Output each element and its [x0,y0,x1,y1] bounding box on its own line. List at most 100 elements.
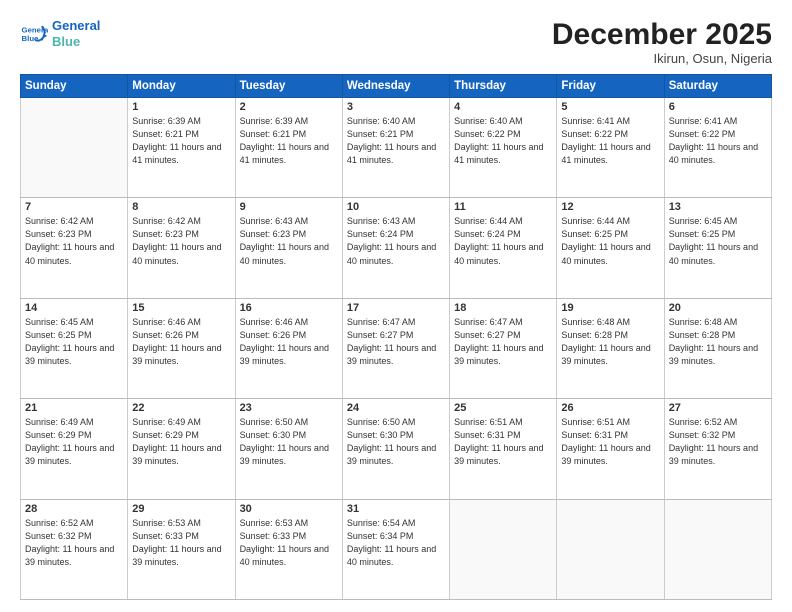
day-info: Sunrise: 6:39 AMSunset: 6:21 PMDaylight:… [132,115,230,167]
weekday-header-sunday: Sunday [21,75,128,98]
day-info: Sunrise: 6:44 AMSunset: 6:24 PMDaylight:… [454,215,552,267]
calendar-cell: 9 Sunrise: 6:43 AMSunset: 6:23 PMDaylight… [235,198,342,298]
day-info: Sunrise: 6:43 AMSunset: 6:24 PMDaylight:… [347,215,445,267]
day-number: 26 [561,402,659,414]
day-number: 10 [347,201,445,213]
day-info: Sunrise: 6:43 AMSunset: 6:23 PMDaylight:… [240,215,338,267]
day-info: Sunrise: 6:53 AMSunset: 6:33 PMDaylight:… [240,517,338,569]
weekday-header-friday: Friday [557,75,664,98]
day-number: 4 [454,101,552,113]
calendar-table: SundayMondayTuesdayWednesdayThursdayFrid… [20,74,772,600]
day-number: 11 [454,201,552,213]
calendar-cell: 1Sunrise: 6:39 AMSunset: 6:21 PMDaylight… [128,98,235,198]
calendar-cell: 21 Sunrise: 6:49 AMSunset: 6:29 PMDayligh… [21,399,128,499]
day-number: 9 [240,201,338,213]
day-info: Sunrise: 6:45 AMSunset: 6:25 PMDaylight:… [669,215,767,267]
weekday-header-thursday: Thursday [450,75,557,98]
day-info: Sunrise: 6:51 AMSunset: 6:31 PMDaylight:… [454,416,552,468]
calendar-cell: 18 Sunrise: 6:47 AMSunset: 6:27 PMDayligh… [450,298,557,398]
calendar-cell: 4 Sunrise: 6:40 AMSunset: 6:22 PMDaylight… [450,98,557,198]
day-info: Sunrise: 6:40 AMSunset: 6:22 PMDaylight:… [454,115,552,167]
week-row-5: 28 Sunrise: 6:52 AMSunset: 6:32 PMDayligh… [21,499,772,599]
weekday-header-tuesday: Tuesday [235,75,342,98]
day-number: 8 [132,201,230,213]
day-number: 31 [347,503,445,515]
calendar-cell: 22 Sunrise: 6:49 AMSunset: 6:29 PMDayligh… [128,399,235,499]
day-number: 6 [669,101,767,113]
day-info: Sunrise: 6:47 AMSunset: 6:27 PMDaylight:… [347,316,445,368]
calendar-cell: 31 Sunrise: 6:54 AMSunset: 6:34 PMDayligh… [342,499,449,599]
calendar-cell: 13 Sunrise: 6:45 AMSunset: 6:25 PMDayligh… [664,198,771,298]
calendar-cell: 12 Sunrise: 6:44 AMSunset: 6:25 PMDayligh… [557,198,664,298]
logo-icon: General Blue [20,20,48,48]
day-number: 18 [454,302,552,314]
day-info: Sunrise: 6:49 AMSunset: 6:29 PMDaylight:… [25,416,123,468]
calendar-cell [21,98,128,198]
calendar-cell: 25 Sunrise: 6:51 AMSunset: 6:31 PMDayligh… [450,399,557,499]
day-info: Sunrise: 6:49 AMSunset: 6:29 PMDaylight:… [132,416,230,468]
svg-text:Blue: Blue [22,34,40,43]
calendar-cell: 29Sunrise: 6:53 AMSunset: 6:33 PMDayligh… [128,499,235,599]
day-info: Sunrise: 6:40 AMSunset: 6:21 PMDaylight:… [347,115,445,167]
day-info: Sunrise: 6:52 AMSunset: 6:32 PMDaylight:… [669,416,767,468]
calendar-cell: 24 Sunrise: 6:50 AMSunset: 6:30 PMDayligh… [342,399,449,499]
day-info: Sunrise: 6:51 AMSunset: 6:31 PMDaylight:… [561,416,659,468]
weekday-header-wednesday: Wednesday [342,75,449,98]
calendar-cell [450,499,557,599]
day-number: 3 [347,101,445,113]
day-number: 13 [669,201,767,213]
day-number: 25 [454,402,552,414]
calendar-cell: 23 Sunrise: 6:50 AMSunset: 6:30 PMDayligh… [235,399,342,499]
day-info: Sunrise: 6:46 AMSunset: 6:26 PMDaylight:… [240,316,338,368]
calendar-cell: 10 Sunrise: 6:43 AMSunset: 6:24 PMDayligh… [342,198,449,298]
weekday-header-row: SundayMondayTuesdayWednesdayThursdayFrid… [21,75,772,98]
day-info: Sunrise: 6:50 AMSunset: 6:30 PMDaylight:… [240,416,338,468]
day-number: 12 [561,201,659,213]
day-info: Sunrise: 6:44 AMSunset: 6:25 PMDaylight:… [561,215,659,267]
week-row-3: 14 Sunrise: 6:45 AMSunset: 6:25 PMDayligh… [21,298,772,398]
day-number: 20 [669,302,767,314]
day-info: Sunrise: 6:42 AMSunset: 6:23 PMDaylight:… [25,215,123,267]
day-number: 24 [347,402,445,414]
day-info: Sunrise: 6:52 AMSunset: 6:32 PMDaylight:… [25,517,123,569]
calendar-cell: 3 Sunrise: 6:40 AMSunset: 6:21 PMDaylight… [342,98,449,198]
day-number: 21 [25,402,123,414]
day-info: Sunrise: 6:45 AMSunset: 6:25 PMDaylight:… [25,316,123,368]
weekday-header-saturday: Saturday [664,75,771,98]
week-row-1: 1Sunrise: 6:39 AMSunset: 6:21 PMDaylight… [21,98,772,198]
day-info: Sunrise: 6:54 AMSunset: 6:34 PMDaylight:… [347,517,445,569]
calendar-cell: 11 Sunrise: 6:44 AMSunset: 6:24 PMDayligh… [450,198,557,298]
day-info: Sunrise: 6:39 AMSunset: 6:21 PMDaylight:… [240,115,338,167]
calendar-cell: 27Sunrise: 6:52 AMSunset: 6:32 PMDayligh… [664,399,771,499]
day-number: 7 [25,201,123,213]
day-number: 14 [25,302,123,314]
calendar-cell: 26 Sunrise: 6:51 AMSunset: 6:31 PMDayligh… [557,399,664,499]
calendar-cell: 14 Sunrise: 6:45 AMSunset: 6:25 PMDayligh… [21,298,128,398]
calendar-cell [664,499,771,599]
week-row-2: 7 Sunrise: 6:42 AMSunset: 6:23 PMDaylight… [21,198,772,298]
calendar-cell [557,499,664,599]
day-number: 16 [240,302,338,314]
day-info: Sunrise: 6:41 AMSunset: 6:22 PMDaylight:… [669,115,767,167]
header: General Blue GeneralBlue December 2025 I… [20,18,772,66]
calendar-cell: 20 Sunrise: 6:48 AMSunset: 6:28 PMDayligh… [664,298,771,398]
calendar-cell: 7 Sunrise: 6:42 AMSunset: 6:23 PMDaylight… [21,198,128,298]
day-number: 2 [240,101,338,113]
day-info: Sunrise: 6:50 AMSunset: 6:30 PMDaylight:… [347,416,445,468]
day-number: 23 [240,402,338,414]
day-info: Sunrise: 6:42 AMSunset: 6:23 PMDaylight:… [132,215,230,267]
weekday-header-monday: Monday [128,75,235,98]
calendar-cell: 15Sunrise: 6:46 AMSunset: 6:26 PMDayligh… [128,298,235,398]
calendar-cell: 28 Sunrise: 6:52 AMSunset: 6:32 PMDayligh… [21,499,128,599]
day-number: 28 [25,503,123,515]
calendar-cell: 16 Sunrise: 6:46 AMSunset: 6:26 PMDayligh… [235,298,342,398]
day-info: Sunrise: 6:46 AMSunset: 6:26 PMDaylight:… [132,316,230,368]
day-info: Sunrise: 6:47 AMSunset: 6:27 PMDaylight:… [454,316,552,368]
calendar-cell: 30Sunrise: 6:53 AMSunset: 6:33 PMDayligh… [235,499,342,599]
day-number: 17 [347,302,445,314]
day-info: Sunrise: 6:48 AMSunset: 6:28 PMDaylight:… [669,316,767,368]
day-number: 22 [132,402,230,414]
calendar-cell: 19Sunrise: 6:48 AMSunset: 6:28 PMDayligh… [557,298,664,398]
month-title: December 2025 [552,18,772,51]
day-info: Sunrise: 6:53 AMSunset: 6:33 PMDaylight:… [132,517,230,569]
